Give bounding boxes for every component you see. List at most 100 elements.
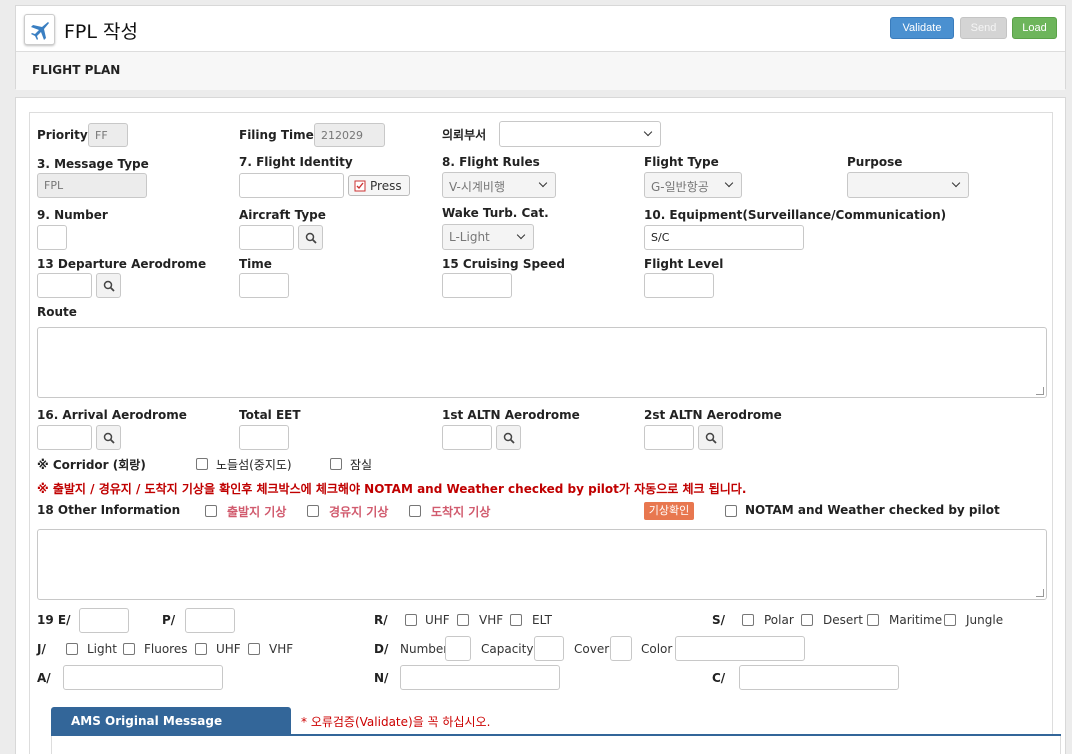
load-button[interactable]: Load: [1012, 17, 1057, 39]
priority-label: Priority: [37, 128, 88, 142]
notam-label: NOTAM and Weather checked by pilot: [745, 503, 1000, 517]
d-capacity-input[interactable]: [534, 636, 564, 661]
corridor-jamsil-checkbox[interactable]: [330, 458, 342, 470]
ams-message-area[interactable]: [51, 736, 1061, 754]
s-jungle-checkbox[interactable]: [944, 614, 956, 626]
time-input[interactable]: [239, 273, 289, 298]
item19-d-label: D/: [374, 642, 389, 656]
purpose-select[interactable]: [847, 172, 969, 198]
equipment-input[interactable]: S/C: [644, 225, 804, 250]
altn1-input[interactable]: [442, 425, 492, 450]
airplane-icon: [24, 14, 55, 45]
purpose-label: Purpose: [847, 155, 903, 169]
total-eet-label: Total EET: [239, 408, 301, 422]
validate-note: * 오류검증(Validate)을 꼭 하십시오.: [301, 715, 491, 729]
item19-j-label: J/: [37, 642, 46, 656]
weather-check-button[interactable]: 기상확인: [644, 502, 694, 520]
other-info-textarea[interactable]: [37, 529, 1047, 600]
aircraft-type-input[interactable]: [239, 225, 294, 250]
arrival-input[interactable]: [37, 425, 92, 450]
item19-n-label: N/: [374, 671, 389, 685]
dept-select[interactable]: [499, 121, 661, 147]
d-number-label: Number: [400, 642, 449, 656]
j-fluores-checkbox[interactable]: [123, 643, 135, 655]
item19-a-input[interactable]: [63, 665, 223, 690]
number-input[interactable]: [37, 225, 67, 250]
notam-checkbox[interactable]: [725, 505, 737, 517]
flight-type-select[interactable]: G-일반항공: [644, 172, 742, 198]
s-desert-checkbox[interactable]: [801, 614, 813, 626]
r-elt-checkbox[interactable]: [510, 614, 522, 626]
time-label: Time: [239, 257, 272, 271]
departure-search-button[interactable]: [96, 273, 121, 298]
validate-button[interactable]: Validate: [890, 17, 954, 39]
s-maritime-label: Maritime: [889, 613, 943, 627]
d-cover-label: Cover: [574, 642, 610, 656]
send-button[interactable]: Send: [960, 17, 1007, 39]
arr-wx-checkbox[interactable]: [409, 505, 421, 517]
altn1-label: 1st ALTN Aerodrome: [442, 408, 580, 422]
d-color-input[interactable]: [675, 636, 805, 661]
number-label: 9. Number: [37, 208, 108, 222]
departure-label: 13 Departure Aerodrome: [37, 257, 207, 271]
corridor-label: ※ Corridor (회랑): [37, 458, 146, 472]
equipment-label: 10. Equipment(Surveillance/Communication…: [644, 208, 947, 222]
flight-rules-select[interactable]: V-시계비행: [442, 172, 556, 198]
dep-wx-checkbox[interactable]: [205, 505, 217, 517]
j-fluores-label: Fluores: [144, 642, 188, 656]
r-vhf-checkbox[interactable]: [457, 614, 469, 626]
altn1-search-button[interactable]: [496, 425, 521, 450]
s-maritime-checkbox[interactable]: [867, 614, 879, 626]
search-icon: [103, 432, 115, 444]
route-textarea[interactable]: [37, 327, 1047, 398]
enroute-wx-label: 경유지 기상: [329, 505, 389, 519]
s-desert-label: Desert: [823, 613, 863, 627]
arrival-search-button[interactable]: [96, 425, 121, 450]
title-bar: FPL 작성 Validate Send Load: [16, 6, 1065, 52]
departure-input[interactable]: [37, 273, 92, 298]
d-capacity-label: Capacity: [481, 642, 534, 656]
enroute-wx-checkbox[interactable]: [307, 505, 319, 517]
j-uhf-label: UHF: [216, 642, 241, 656]
j-light-label: Light: [87, 642, 117, 656]
item19-n-input[interactable]: [400, 665, 560, 690]
r-vhf-label: VHF: [479, 613, 504, 627]
header-panel: FPL 작성 Validate Send Load FLIGHT PLAN: [15, 5, 1066, 90]
cruising-speed-input[interactable]: [442, 273, 512, 298]
corridor-nodeulseom-checkbox[interactable]: [196, 458, 208, 470]
dept-label: 의뢰부서: [442, 128, 487, 142]
item19-c-input[interactable]: [739, 665, 899, 690]
j-vhf-checkbox[interactable]: [248, 643, 260, 655]
d-cover-input[interactable]: [610, 636, 632, 661]
aircraft-search-button[interactable]: [298, 225, 323, 250]
filing-time-input[interactable]: 212029: [314, 123, 385, 147]
press-button[interactable]: Press: [348, 175, 410, 196]
arrival-label: 16. Arrival Aerodrome: [37, 408, 187, 422]
item19-p-input[interactable]: [185, 608, 235, 633]
search-icon: [305, 232, 317, 244]
r-uhf-checkbox[interactable]: [405, 614, 417, 626]
aircraft-type-label: Aircraft Type: [239, 208, 326, 222]
page-title: FPL 작성: [64, 21, 138, 43]
d-number-input[interactable]: [445, 636, 471, 661]
item19-e-input[interactable]: [79, 608, 129, 633]
wake-select[interactable]: L-Light: [442, 224, 534, 250]
route-label: Route: [37, 305, 77, 319]
other-info-label: 18 Other Information: [37, 503, 181, 517]
weather-warning: ※ 출발지 / 경유지 / 도착지 기상을 확인후 체크박스에 체크해야 NOT…: [37, 482, 747, 496]
priority-input[interactable]: FF: [88, 123, 128, 147]
flight-identity-input[interactable]: [239, 173, 344, 198]
total-eet-input[interactable]: [239, 425, 289, 450]
flight-level-input[interactable]: [644, 273, 714, 298]
section-title: FLIGHT PLAN: [32, 63, 121, 77]
s-polar-label: Polar: [764, 613, 794, 627]
altn2-search-button[interactable]: [698, 425, 723, 450]
message-type-input[interactable]: FPL: [37, 173, 147, 198]
j-light-checkbox[interactable]: [66, 643, 78, 655]
j-uhf-checkbox[interactable]: [195, 643, 207, 655]
altn2-input[interactable]: [644, 425, 694, 450]
s-polar-checkbox[interactable]: [742, 614, 754, 626]
ams-tab[interactable]: AMS Original Message: [51, 707, 291, 735]
r-elt-label: ELT: [532, 613, 552, 627]
filing-time-label: Filing Time: [239, 128, 314, 142]
